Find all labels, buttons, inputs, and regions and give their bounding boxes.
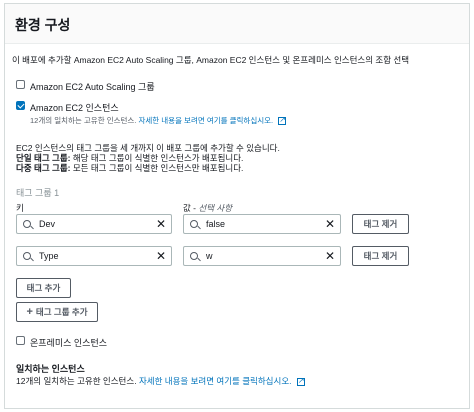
ec2-checkbox-label[interactable]: Amazon EC2 인스턴스 xyxy=(30,101,119,114)
remove-tag-button[interactable]: 태그 제거 xyxy=(352,246,409,266)
tag-value-input[interactable]: w ✕ xyxy=(183,246,341,266)
config-description: 이 배포에 추가할 Amazon EC2 Auto Scaling 그룹, Am… xyxy=(12,55,410,65)
multi-tag-group-text: 모든 태그 그룹이 식별한 인스턴스만 배포됩니다. xyxy=(70,163,244,173)
asg-checkbox[interactable] xyxy=(16,80,25,89)
search-icon xyxy=(190,220,198,228)
plus-icon: + xyxy=(26,306,33,318)
search-icon xyxy=(23,220,31,228)
tag-value-value: false xyxy=(206,219,226,229)
single-tag-group-label: 단일 태그 그룹: xyxy=(16,153,71,163)
onprem-checkbox-label[interactable]: 온프레미스 인스턴스 xyxy=(30,336,107,349)
tag-info-line2: 단일 태그 그룹: 해당 태그 그룹이 식별한 인스턴스가 배포됩니다. xyxy=(16,153,280,163)
clear-icon[interactable]: ✕ xyxy=(156,217,166,231)
clear-icon[interactable]: ✕ xyxy=(325,249,335,263)
ec2-checkbox[interactable] xyxy=(16,101,25,110)
matching-details-link[interactable]: 자세한 내용을 보려면 여기를 클릭하십시오. xyxy=(139,376,292,386)
panel-header: 환경 구성 xyxy=(5,4,469,44)
tag-value-value: w xyxy=(206,251,213,261)
ec2-match-info: 12개의 일치하는 고유한 인스턴스. 자세한 내용을 보려면 여기를 클릭하십… xyxy=(30,115,287,126)
tag-key-value: Type xyxy=(39,251,59,261)
ec2-match-text: 12개의 일치하는 고유한 인스턴스. xyxy=(30,116,137,125)
matching-instances-info: 12개의 일치하는 고유한 인스턴스. 자세한 내용을 보려면 여기를 클릭하십… xyxy=(16,376,305,386)
tag-info: EC2 인스턴스의 태그 그룹을 세 개까지 이 배포 그룹에 추가할 수 있습… xyxy=(16,143,280,173)
matching-instances-title: 일치하는 인스턴스 xyxy=(16,364,85,374)
search-icon xyxy=(23,252,31,260)
add-tag-button[interactable]: 태그 추가 xyxy=(16,278,71,298)
matching-instances-text: 12개의 일치하는 고유한 인스턴스. xyxy=(16,376,137,386)
tag-group-title: 태그 그룹 1 xyxy=(16,188,60,198)
clear-icon[interactable]: ✕ xyxy=(325,217,335,231)
tag-key-value: Dev xyxy=(39,219,56,229)
onprem-checkbox[interactable] xyxy=(16,336,25,345)
value-label-text: 값 - xyxy=(183,203,199,213)
external-link-icon[interactable] xyxy=(278,115,287,126)
panel-title: 환경 구성 xyxy=(15,17,71,33)
tag-key-input[interactable]: Type ✕ xyxy=(16,246,172,266)
tag-value-input[interactable]: false ✕ xyxy=(183,214,341,234)
value-optional-text: 선택 사항 xyxy=(198,203,233,213)
asg-checkbox-label[interactable]: Amazon EC2 Auto Scaling 그룹 xyxy=(30,80,155,93)
single-tag-group-text: 해당 태그 그룹이 식별한 인스턴스가 배포됩니다. xyxy=(70,153,244,163)
add-tag-group-label: 태그 그룹 추가 xyxy=(35,307,88,317)
multi-tag-group-label: 다중 태그 그룹: xyxy=(16,163,71,173)
search-icon xyxy=(190,252,198,260)
clear-icon[interactable]: ✕ xyxy=(156,249,166,263)
remove-tag-button[interactable]: 태그 제거 xyxy=(352,214,409,234)
value-label: 값 - 선택 사항 xyxy=(183,202,232,214)
tag-info-line1: EC2 인스턴스의 태그 그룹을 세 개까지 이 배포 그룹에 추가할 수 있습… xyxy=(16,143,280,153)
ec2-details-link[interactable]: 자세한 내용을 보려면 여기를 클릭하십시오. xyxy=(138,116,273,125)
add-tag-group-button[interactable]: + 태그 그룹 추가 xyxy=(16,302,98,322)
tag-info-line3: 다중 태그 그룹: 모든 태그 그룹이 식별한 인스턴스만 배포됩니다. xyxy=(16,163,280,173)
tag-key-input[interactable]: Dev ✕ xyxy=(16,214,172,234)
external-link-icon[interactable] xyxy=(296,376,305,386)
key-label: 키 xyxy=(16,203,24,213)
